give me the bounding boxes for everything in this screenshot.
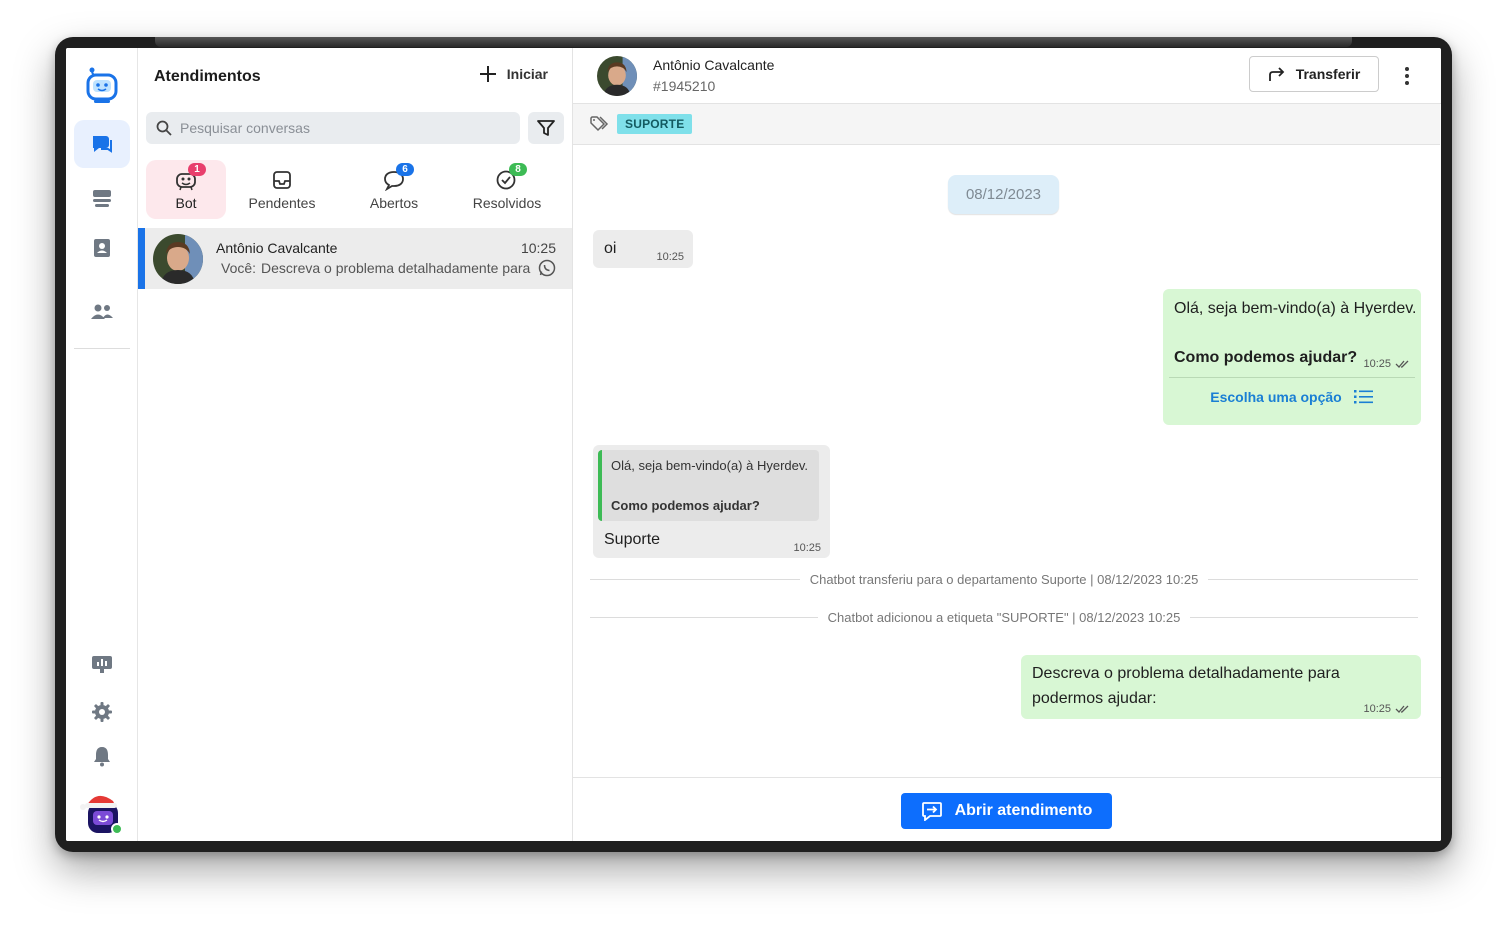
contacts-book-icon[interactable] <box>74 224 130 272</box>
double-check-icon <box>1395 705 1409 713</box>
message-time: 10:25 <box>656 251 684 263</box>
messages-area: 08/12/2023 oi 10:25 Olá, seja bem-vindo(… <box>573 145 1440 777</box>
start-label: Iniciar <box>506 66 548 82</box>
inbox-tray-icon <box>273 170 291 189</box>
quoted-message[interactable]: Olá, seja bem-vindo(a) à Hyerdev. Como p… <box>598 450 819 521</box>
system-event: Chatbot adicionou a etiqueta "SUPORTE" |… <box>590 609 1418 625</box>
gear-icon[interactable] <box>74 688 130 736</box>
contact-avatar <box>153 234 203 284</box>
preview-text: Descreva o problema detalhadamente para … <box>261 260 534 276</box>
resolved-count-badge: 8 <box>509 162 527 176</box>
conversation-time: 10:25 <box>520 240 556 256</box>
contact-name: Antônio Cavalcante <box>653 57 775 73</box>
system-event-text: Chatbot adicionou a etiqueta "SUPORTE" |… <box>827 609 1181 625</box>
message-time: 10:25 <box>1363 358 1411 370</box>
search-icon <box>156 120 172 136</box>
conversation-contact-name: Antônio Cavalcante <box>216 240 338 256</box>
status-tabs: 1 Bot Pendentes 6 Abertos 8 Resolvidos <box>146 160 566 220</box>
tab-label: Abertos <box>369 194 419 211</box>
team-users-icon[interactable] <box>74 288 130 336</box>
rail-divider <box>74 348 130 349</box>
bot-count-badge: 1 <box>188 162 206 176</box>
tab-abertos[interactable]: 6 Abertos <box>350 160 438 219</box>
message-enter-icon <box>921 802 942 821</box>
left-rail <box>66 48 138 841</box>
bell-icon[interactable] <box>74 732 130 780</box>
app-screen: Atendimentos Iniciar Pesquisar conversas <box>66 48 1441 841</box>
open-ticket-label: Abrir atendimento <box>954 802 1093 819</box>
message-text: Olá, seja bem-vindo(a) à Hyerdev. <box>1174 300 1417 317</box>
chat-panel: Antônio Cavalcante #1945210 Transferir S… <box>573 48 1441 841</box>
tab-pendentes[interactable]: Pendentes <box>238 160 326 219</box>
tab-label: Resolvidos <box>472 194 542 211</box>
quoted-text: Olá, seja bem-vindo(a) à Hyerdev. <box>611 458 809 473</box>
menu-divider <box>1169 377 1415 378</box>
contact-avatar[interactable] <box>597 56 637 96</box>
incoming-message: oi 10:25 <box>593 230 693 268</box>
list-icon <box>1353 390 1373 404</box>
message-text: Suporte <box>604 531 661 548</box>
search-input[interactable]: Pesquisar conversas <box>180 120 310 136</box>
system-event-text: Chatbot transferiu para o departamento S… <box>809 571 1199 587</box>
message-text-line1: Descreva o problema detalhadamente para <box>1032 665 1340 682</box>
more-options-icon[interactable] <box>1395 62 1419 90</box>
search-field[interactable]: Pesquisar conversas <box>146 112 520 144</box>
outgoing-message-menu: Olá, seja bem-vindo(a) à Hyerdev. Como p… <box>1163 289 1421 425</box>
date-chip: 08/12/2023 <box>948 175 1059 214</box>
dashboard-monitor-icon[interactable] <box>74 640 130 688</box>
chat-footer: Abrir atendimento <box>573 777 1441 841</box>
preview-sender: Você: <box>221 260 257 276</box>
device-frame: Atendimentos Iniciar Pesquisar conversas <box>55 37 1452 852</box>
conversation-preview: Você: Descreva o problema detalhadamente… <box>216 260 534 276</box>
user-avatar-santa-icon[interactable] <box>74 786 130 841</box>
inbox-stack-icon[interactable] <box>74 174 130 222</box>
robot-logo-icon[interactable] <box>74 62 130 110</box>
plus-icon <box>479 66 496 82</box>
tab-bot[interactable]: 1 Bot <box>146 160 226 219</box>
tab-resolvidos[interactable]: 8 Resolvidos <box>458 160 556 219</box>
transfer-button[interactable]: Transferir <box>1249 56 1379 92</box>
choose-option-button[interactable]: Escolha uma opção <box>1163 389 1421 405</box>
panel-title: Atendimentos <box>154 68 261 85</box>
share-arrow-icon <box>1268 67 1284 81</box>
conversations-panel: Atendimentos Iniciar Pesquisar conversas <box>138 48 573 841</box>
tags-icon[interactable] <box>590 116 610 137</box>
transfer-label: Transferir <box>1295 66 1361 82</box>
contact-id: #1945210 <box>653 78 716 94</box>
incoming-reply-message: Olá, seja bem-vindo(a) à Hyerdev. Como p… <box>593 445 830 558</box>
tag-bar: SUPORTE <box>573 104 1440 145</box>
system-event: Chatbot transferiu para o departamento S… <box>590 571 1418 587</box>
quoted-question: Como podemos ajudar? <box>611 498 760 513</box>
open-count-badge: 6 <box>396 162 414 176</box>
tab-label: Bot <box>175 194 197 211</box>
option-label: Escolha uma opção <box>1210 389 1342 405</box>
start-conversation-button[interactable]: Iniciar <box>479 65 548 83</box>
filter-button[interactable] <box>528 112 564 144</box>
open-ticket-button[interactable]: Abrir atendimento <box>901 793 1112 829</box>
tag-chip-suporte[interactable]: SUPORTE <box>617 114 693 134</box>
message-text: oi <box>604 240 617 257</box>
tab-label: Pendentes <box>248 194 316 211</box>
message-time: 10:25 <box>793 542 821 554</box>
chat-bubbles-icon[interactable] <box>74 120 130 168</box>
whatsapp-icon <box>538 259 556 282</box>
message-text-line2: podermos ajudar: <box>1032 690 1157 707</box>
filter-funnel-icon <box>537 120 555 136</box>
message-question: Como podemos ajudar? <box>1174 349 1358 366</box>
outgoing-message: Descreva o problema detalhadamente para … <box>1021 655 1421 719</box>
message-time: 10:25 <box>1363 703 1411 715</box>
chat-header: Antônio Cavalcante #1945210 Transferir <box>573 48 1441 104</box>
conversation-item[interactable]: Antônio Cavalcante 10:25 Você: Descreva … <box>138 228 572 289</box>
double-check-icon <box>1395 360 1409 368</box>
